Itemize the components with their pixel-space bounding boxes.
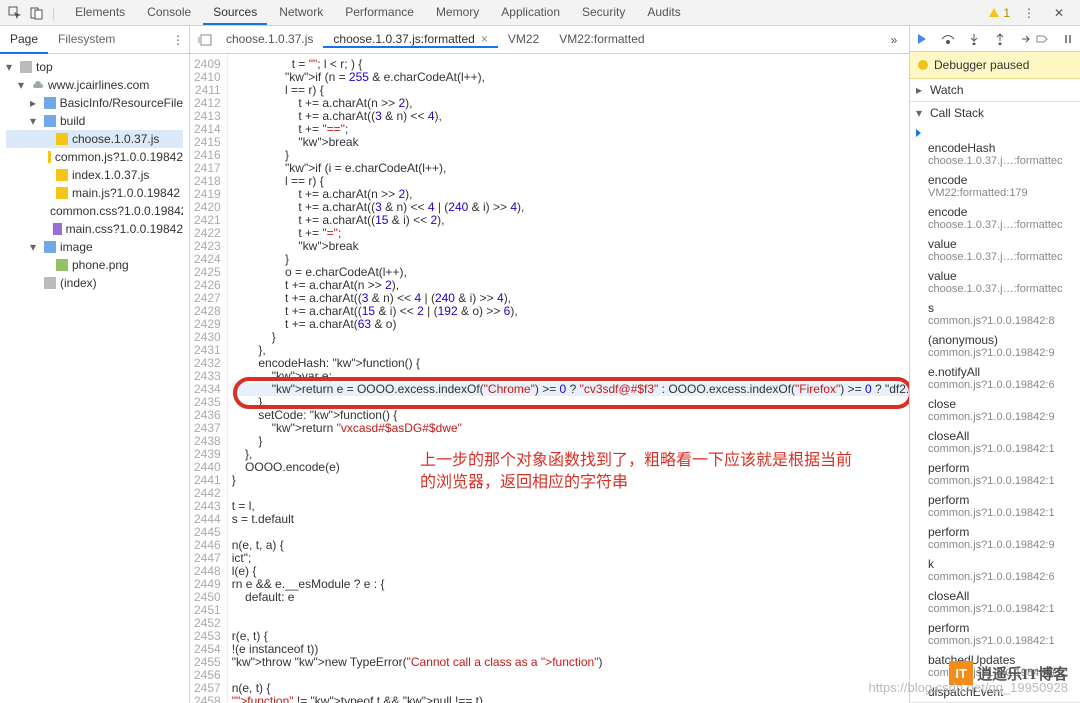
source-panel: choose.1.0.37.jschoose.1.0.37.js:formatt…: [190, 26, 910, 703]
callstack-section: ▾ Call Stack encodeHashchoose.1.0.37.j…:f…: [910, 102, 1080, 703]
tab-audits[interactable]: Audits: [637, 1, 690, 25]
overflow-icon[interactable]: »: [883, 29, 905, 51]
tab-application[interactable]: Application: [491, 1, 570, 25]
notice-label: Debugger paused: [934, 58, 1029, 72]
tree-item[interactable]: choose.1.0.37.js: [6, 130, 183, 148]
file-tabs: choose.1.0.37.jschoose.1.0.37.js:formatt…: [190, 26, 909, 54]
device-icon[interactable]: [26, 2, 48, 24]
tab-elements[interactable]: Elements: [65, 1, 135, 25]
tree-item[interactable]: ▸BasicInfo/ResourceFile: [6, 94, 183, 112]
close-icon[interactable]: ✕: [1048, 2, 1070, 24]
stack-frame[interactable]: scommon.js?1.0.0.19842:8: [910, 298, 1080, 330]
stack-frame[interactable]: encodeVM22:formatted:179: [910, 170, 1080, 202]
file-tree: ▾top▾www.jcairlines.com▸BasicInfo/Resour…: [0, 54, 189, 703]
tab-console[interactable]: Console: [137, 1, 201, 25]
step-icon[interactable]: [1018, 31, 1034, 47]
stack-frame[interactable]: kcommon.js?1.0.0.19842:6: [910, 554, 1080, 586]
file-tab[interactable]: VM22:formatted: [549, 32, 654, 48]
inspect-icon[interactable]: [4, 2, 26, 24]
deactivate-breakpoints-icon[interactable]: [1034, 31, 1050, 47]
section-label: Watch: [930, 83, 964, 97]
chevron-right-icon: ▸: [916, 83, 926, 97]
stack-frame[interactable]: closeAllcommon.js?1.0.0.19842:1: [910, 586, 1080, 618]
tab-network[interactable]: Network: [269, 1, 333, 25]
call-stack-list: encodeHashchoose.1.0.37.j…:formattecenco…: [910, 124, 1080, 702]
stack-frame[interactable]: valuechoose.1.0.37.j…:formattec: [910, 266, 1080, 298]
stack-frame[interactable]: e.notifyAllcommon.js?1.0.0.19842:6: [910, 362, 1080, 394]
divider: |: [52, 6, 55, 20]
code-editor[interactable]: 2409241024112412241324142415241624172418…: [190, 54, 909, 703]
tab-page[interactable]: Page: [0, 26, 48, 54]
watermark-text: https://blog.csdn.net/qq_19950928: [869, 680, 1069, 695]
callstack-head[interactable]: ▾ Call Stack: [910, 102, 1080, 124]
stack-frame[interactable]: encodechoose.1.0.37.j…:formattec: [910, 202, 1080, 234]
stack-frame[interactable]: closeAllcommon.js?1.0.0.19842:1: [910, 426, 1080, 458]
pause-exceptions-icon[interactable]: [1060, 31, 1076, 47]
tab-security[interactable]: Security: [572, 1, 635, 25]
debugger-toolbar: [910, 26, 1080, 52]
tree-item[interactable]: common.css?1.0.0.19842: [6, 202, 183, 220]
tree-item[interactable]: ▾www.jcairlines.com: [6, 76, 183, 94]
stack-frame[interactable]: encodeHashchoose.1.0.37.j…:formattec: [910, 124, 1080, 170]
stack-frame[interactable]: performcommon.js?1.0.0.19842:1: [910, 458, 1080, 490]
panel-tabs: ElementsConsoleSourcesNetworkPerformance…: [65, 1, 988, 25]
stack-frame[interactable]: closecommon.js?1.0.0.19842:9: [910, 394, 1080, 426]
tree-item[interactable]: common.js?1.0.0.19842: [6, 148, 183, 166]
tree-item[interactable]: index.1.0.37.js: [6, 166, 183, 184]
warning-badge[interactable]: 1: [988, 6, 1010, 20]
info-icon: [918, 60, 928, 70]
tree-item[interactable]: ▾top: [6, 58, 183, 76]
stack-frame[interactable]: performcommon.js?1.0.0.19842:1: [910, 618, 1080, 650]
history-icon[interactable]: [194, 29, 216, 51]
file-tab[interactable]: choose.1.0.37.js: [216, 32, 323, 48]
stack-frame[interactable]: valuechoose.1.0.37.j…:formattec: [910, 234, 1080, 266]
file-tab[interactable]: VM22: [498, 32, 549, 48]
step-into-icon[interactable]: [966, 31, 982, 47]
debugger-panel: Debugger paused ▸ Watch ▾ Call Stack encod…: [910, 26, 1080, 703]
warning-count: 1: [1003, 6, 1010, 20]
navigator-panel: Page Filesystem ⋮ ▾top▾www.jcairlines.co…: [0, 26, 190, 703]
tab-performance[interactable]: Performance: [335, 1, 424, 25]
stack-frame[interactable]: (anonymous)common.js?1.0.0.19842:9: [910, 330, 1080, 362]
tree-item[interactable]: main.js?1.0.0.19842: [6, 184, 183, 202]
stack-frame[interactable]: performcommon.js?1.0.0.19842:1: [910, 490, 1080, 522]
tab-memory[interactable]: Memory: [426, 1, 489, 25]
tab-sources[interactable]: Sources: [203, 1, 267, 25]
tree-item[interactable]: ▾image: [6, 238, 183, 256]
line-gutter: 2409241024112412241324142415241624172418…: [190, 54, 228, 703]
close-icon[interactable]: ×: [481, 32, 488, 46]
code-content: t = ""; l < r; ) { "kw">if (n = 255 & e.…: [228, 54, 909, 703]
file-tab[interactable]: choose.1.0.37.js:formatted×: [323, 32, 497, 48]
stack-frame[interactable]: performcommon.js?1.0.0.19842:9: [910, 522, 1080, 554]
tree-item[interactable]: main.css?1.0.0.19842: [6, 220, 183, 238]
tree-item[interactable]: ▾build: [6, 112, 183, 130]
tree-item[interactable]: phone.png: [6, 256, 183, 274]
tree-item[interactable]: (index): [6, 274, 183, 292]
watch-section[interactable]: ▸ Watch: [910, 79, 1080, 102]
tab-filesystem[interactable]: Filesystem: [48, 26, 125, 54]
more-icon[interactable]: ⋮: [1018, 2, 1040, 24]
navigator-tabs: Page Filesystem ⋮: [0, 26, 189, 54]
step-out-icon[interactable]: [992, 31, 1008, 47]
debugger-paused-notice: Debugger paused: [910, 52, 1080, 79]
step-over-icon[interactable]: [940, 31, 956, 47]
resume-icon[interactable]: [914, 31, 930, 47]
chevron-down-icon: ▾: [916, 106, 926, 120]
more-icon[interactable]: ⋮: [167, 29, 189, 51]
devtools-toolbar: | ElementsConsoleSourcesNetworkPerforman…: [0, 0, 1080, 26]
section-label: Call Stack: [930, 106, 984, 120]
